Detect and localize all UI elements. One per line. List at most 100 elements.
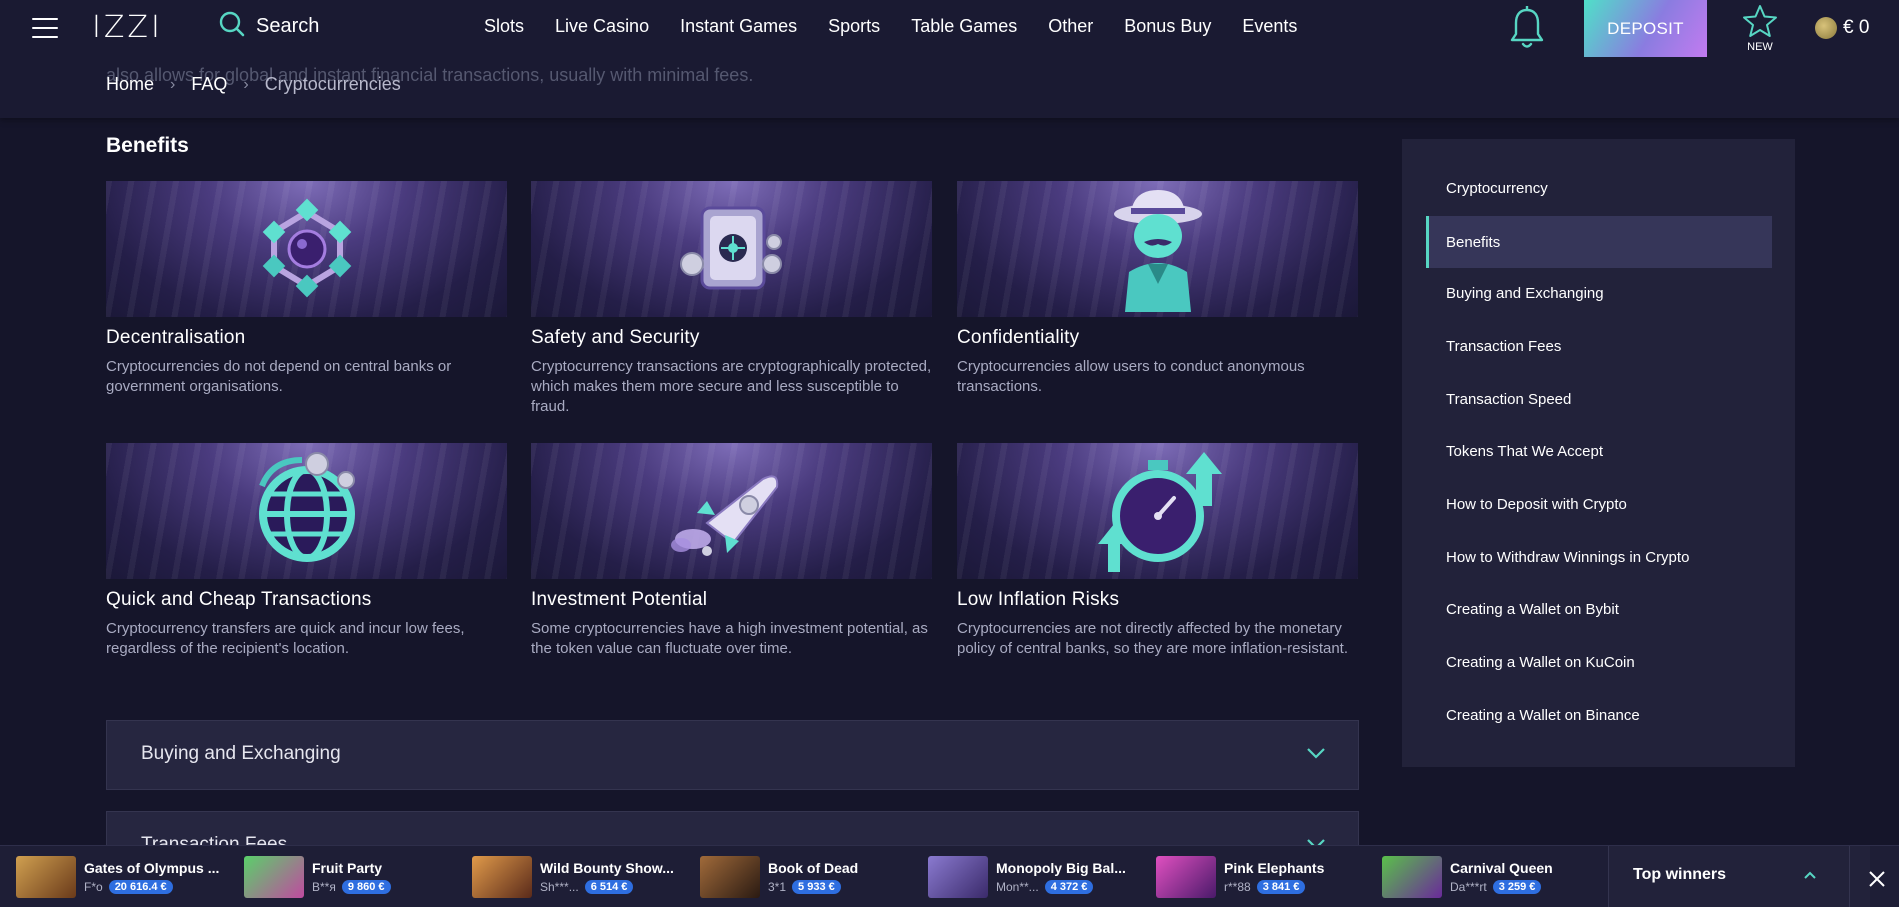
benefit-description: Cryptocurrencies do not depend on centra…	[106, 358, 452, 395]
new-label: NEW	[1747, 41, 1773, 53]
nav-events[interactable]: Events	[1242, 16, 1297, 37]
winner-amount: 9 860 €	[341, 880, 391, 894]
sidebar-item-cryptocurrency[interactable]: Cryptocurrency	[1426, 162, 1772, 214]
section-title: Benefits	[106, 134, 189, 157]
sidebar-item-benefits[interactable]: Benefits	[1426, 216, 1772, 268]
stopwatch-icon	[1097, 452, 1222, 572]
winner-user: Da***rt	[1450, 880, 1487, 894]
winners-bar: Gates of Olympus ... F*o 20 616.4 € Fruit…	[0, 845, 1899, 907]
benefit-title: Quick and Cheap Transactions	[106, 589, 372, 610]
benefit-description: Some cryptocurrencies have a high invest…	[531, 620, 928, 657]
balance-display[interactable]: € 0	[1815, 17, 1869, 39]
winner-amount: 4 372 €	[1044, 880, 1094, 894]
benefit-card: Quick and Cheap Transactions Cryptocurre…	[106, 443, 507, 659]
rocket-icon	[670, 475, 778, 556]
top-winners-toggle[interactable]: Top winners	[1608, 846, 1870, 907]
benefit-title: Confidentiality	[957, 327, 1080, 348]
coin-icon	[1815, 17, 1837, 39]
sidebar-item-deposit-crypto[interactable]: How to Deposit with Crypto	[1426, 478, 1772, 530]
winner-item[interactable]: Monopoly Big Bal... Mon**... 4 372 €	[928, 856, 1126, 898]
benefit-title: Investment Potential	[531, 589, 708, 610]
logo[interactable]: IZZI	[92, 10, 163, 45]
benefit-description: Cryptocurrency transfers are quick and i…	[106, 620, 465, 657]
winner-user: F*o	[84, 880, 103, 894]
menu-icon[interactable]	[32, 16, 58, 40]
nav-table-games[interactable]: Table Games	[911, 16, 1017, 37]
nav-slots[interactable]: Slots	[484, 16, 524, 37]
nav-other[interactable]: Other	[1048, 16, 1093, 37]
spy-icon	[1113, 190, 1202, 312]
winner-user: Mon**...	[996, 880, 1039, 894]
winner-game: Carnival Queen	[1450, 860, 1553, 876]
winner-amount: 3 841 €	[1256, 880, 1306, 894]
winner-item[interactable]: Gates of Olympus ... F*o 20 616.4 €	[16, 856, 219, 898]
benefit-image	[957, 443, 1358, 579]
sidebar-item-tokens[interactable]: Tokens That We Accept	[1426, 425, 1772, 477]
benefit-title: Safety and Security	[531, 327, 700, 348]
winner-amount: 6 514 €	[584, 880, 634, 894]
chevron-up-icon	[1804, 871, 1816, 879]
search-label: Search	[256, 14, 320, 37]
game-thumbnail	[1156, 856, 1216, 898]
game-thumbnail	[16, 856, 76, 898]
winner-user: Sh***...	[540, 880, 579, 894]
nav-sports[interactable]: Sports	[828, 16, 880, 37]
search-button[interactable]: Search	[218, 11, 319, 41]
top-winners-label: Top winners	[1633, 866, 1727, 883]
chevron-right-icon: ›	[243, 75, 249, 93]
breadcrumb-home[interactable]: Home	[106, 74, 154, 95]
top-header: IZZI Search Slots Live Casino Instant Ga…	[0, 0, 1899, 118]
sidebar-item-buying-and-exchanging[interactable]: Buying and Exchanging	[1426, 267, 1772, 319]
winner-item[interactable]: Carnival Queen Da***rt 3 259 €	[1382, 856, 1553, 898]
game-thumbnail	[928, 856, 988, 898]
nav-bonus-buy[interactable]: Bonus Buy	[1124, 16, 1211, 37]
winner-user: 3*1	[768, 880, 787, 894]
benefit-card: Safety and Security Cryptocurrency trans…	[531, 181, 932, 417]
search-icon	[218, 10, 246, 43]
breadcrumb: Home › FAQ › Cryptocurrencies	[106, 74, 401, 95]
winner-item[interactable]: Wild Bounty Show... Sh***... 6 514 €	[472, 856, 674, 898]
benefit-card: Investment Potential Some cryptocurrenci…	[531, 443, 932, 659]
sidebar-item-withdraw-crypto[interactable]: How to Withdraw Winnings in Crypto	[1426, 531, 1772, 583]
safe-icon	[679, 206, 782, 290]
accordion-buying-and-exchanging[interactable]: Buying and Exchanging	[106, 720, 1359, 790]
benefit-title: Decentralisation	[106, 327, 246, 348]
network-cubes-icon	[262, 198, 351, 298]
winner-item[interactable]: Book of Dead 3*1 5 933 €	[700, 856, 858, 898]
benefit-image	[106, 181, 507, 317]
winner-game: Wild Bounty Show...	[540, 860, 674, 876]
game-thumbnail	[1382, 856, 1442, 898]
nav-live-casino[interactable]: Live Casino	[555, 16, 649, 37]
close-icon[interactable]	[1862, 864, 1892, 894]
breadcrumb-faq[interactable]: FAQ	[191, 74, 227, 95]
sidebar-item-transaction-speed[interactable]: Transaction Speed	[1426, 373, 1772, 425]
faq-sidebar: Cryptocurrency Benefits Buying and Excha…	[1402, 139, 1795, 767]
star-icon	[1743, 5, 1777, 37]
bell-icon[interactable]	[1507, 4, 1547, 57]
winner-game: Pink Elephants	[1224, 860, 1325, 876]
game-thumbnail	[472, 856, 532, 898]
winner-user: r**88	[1224, 880, 1251, 894]
winner-user: B**я	[312, 880, 336, 894]
benefit-description: Cryptocurrency transactions are cryptogr…	[531, 358, 932, 415]
nav-instant-games[interactable]: Instant Games	[680, 16, 797, 37]
sidebar-item-wallet-bybit[interactable]: Creating a Wallet on Bybit	[1426, 583, 1772, 635]
main-nav: Slots Live Casino Instant Games Sports T…	[484, 16, 1328, 37]
sidebar-item-wallet-kucoin[interactable]: Creating a Wallet on KuCoin	[1426, 636, 1772, 688]
new-games-button[interactable]: NEW	[1740, 4, 1780, 53]
winner-item[interactable]: Pink Elephants r**88 3 841 €	[1156, 856, 1324, 898]
winner-game: Monopoly Big Bal...	[996, 860, 1126, 876]
sidebar-item-wallet-binance[interactable]: Creating a Wallet on Binance	[1426, 689, 1772, 741]
benefit-card: Decentralisation Cryptocurrencies do not…	[106, 181, 507, 397]
winner-item[interactable]: Fruit Party B**я 9 860 €	[244, 856, 391, 898]
benefit-title: Low Inflation Risks	[957, 589, 1120, 610]
winner-amount: 5 933 €	[792, 880, 841, 894]
benefit-image	[531, 443, 932, 579]
benefit-card: Confidentiality Cryptocurrencies allow u…	[957, 181, 1358, 397]
sidebar-item-transaction-fees[interactable]: Transaction Fees	[1426, 320, 1772, 372]
deposit-button[interactable]: DEPOSIT	[1584, 0, 1707, 57]
winner-game: Book of Dead	[768, 860, 859, 876]
winner-amount: 20 616.4 €	[108, 880, 173, 894]
winner-game: Fruit Party	[312, 860, 383, 876]
game-thumbnail	[700, 856, 760, 898]
